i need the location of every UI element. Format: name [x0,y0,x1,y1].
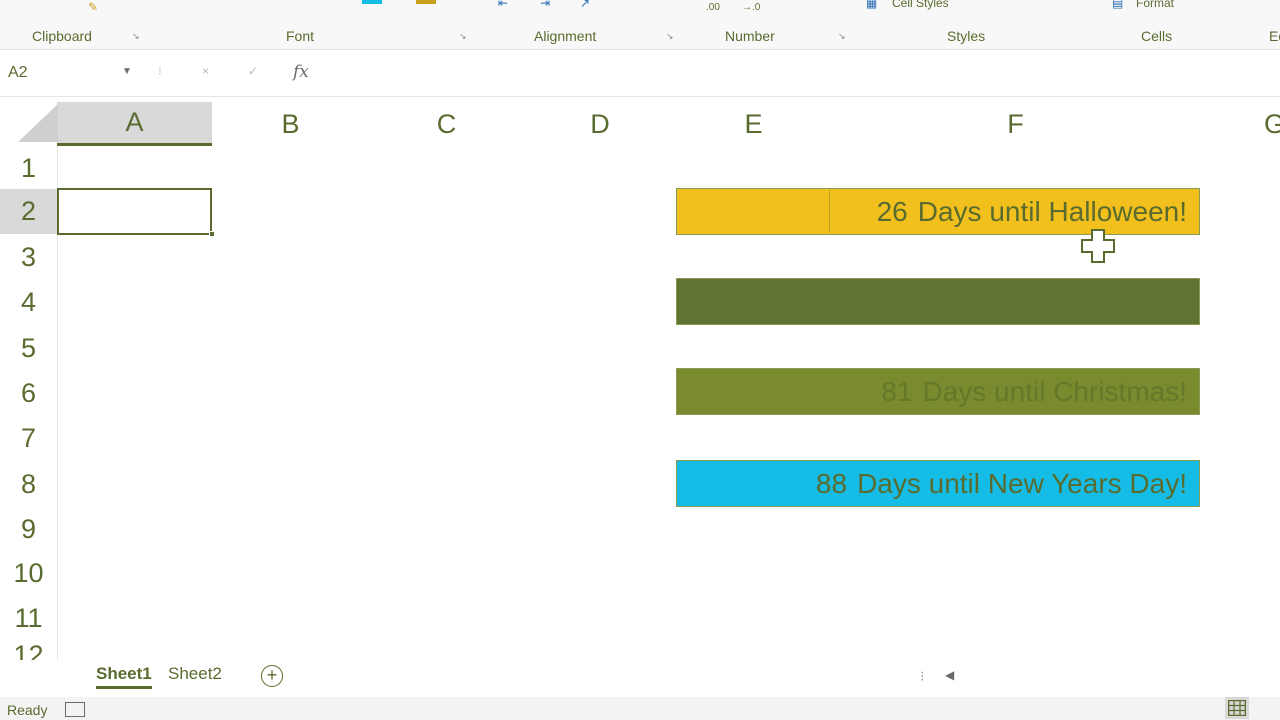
cell-styles-icon[interactable]: ▦ [866,0,877,10]
row-header-1[interactable]: 1 [0,146,57,191]
row-header-5[interactable]: 5 [0,326,57,371]
column-header-c[interactable]: C [369,102,524,146]
row-header-6[interactable]: 6 [0,371,57,416]
fill-color-icon[interactable] [362,0,382,4]
row-header-4[interactable]: 4 [0,280,57,325]
countdown-cell-row4[interactable] [676,278,1200,325]
ribbon: ✎ ⇤ ⇥ ↗ .00 →.0 ▦ Cell Styles ▤ Format C… [0,0,1280,50]
tab-split-handle-icon[interactable]: ⁝ [920,668,924,685]
countdown-number: 81 [881,375,913,407]
column-header-g[interactable]: G [1200,102,1280,146]
tab-sheet1[interactable]: Sheet1 [96,664,152,689]
status-bar: Ready [0,697,1280,720]
increase-decimal-icon[interactable]: →.0 [742,2,760,13]
group-editing-label: Ed [1269,28,1280,44]
column-header-e[interactable]: E [676,102,831,146]
format-icon[interactable]: ▤ [1112,0,1123,10]
row-header-12[interactable]: 12 [0,640,57,660]
normal-view-icon[interactable] [1225,697,1249,719]
formula-bar-separator-icon: ⁝ [158,64,162,78]
insert-function-icon[interactable]: fx [293,62,309,82]
countdown-number: 88 [815,467,848,499]
row-header-9[interactable]: 9 [0,507,57,552]
new-years-countdown-cell[interactable]: 88 Days until New Years Day! [676,460,1200,507]
group-number-label: Number [725,28,775,44]
row-header-2[interactable]: 2 [0,189,57,234]
number-launcher-icon[interactable]: ↘ [838,31,846,42]
font-launcher-icon[interactable]: ↘ [459,31,467,42]
active-cell-a2[interactable] [57,188,212,235]
column-header-d[interactable]: D [524,102,676,146]
column-header-a[interactable]: A [57,102,212,146]
countdown-text: Days until Halloween! [917,195,1187,227]
clipboard-launcher-icon[interactable]: ↘ [132,31,140,42]
name-box[interactable]: A2 [8,64,28,82]
add-sheet-icon[interactable]: + [261,665,283,687]
row-header-3[interactable]: 3 [0,235,57,280]
row-header-8[interactable]: 8 [0,462,57,507]
orientation-icon[interactable]: ↗ [580,0,590,10]
macro-record-icon[interactable] [65,702,85,717]
column-headers: A B C D E F G [0,102,1280,146]
formula-bar: A2 ▼ ⁝ × ✓ fx [0,51,1280,97]
group-clipboard-label: Clipboard [32,28,92,44]
select-all-corner[interactable] [18,104,58,142]
decrease-decimal-icon[interactable]: .00 [706,2,720,13]
group-styles-label: Styles [947,28,986,44]
column-header-b[interactable]: B [212,102,369,146]
group-alignment-label: Alignment [534,28,597,44]
halloween-countdown-cell[interactable]: 26 Days until Halloween! [676,188,1200,235]
christmas-countdown-cell[interactable]: 81 Days until Christmas! [676,368,1200,415]
cursor-cross-icon [1081,229,1115,263]
alignment-launcher-icon[interactable]: ↘ [666,31,674,42]
font-color-icon[interactable] [416,0,436,4]
tab-sheet2[interactable]: Sheet2 [168,664,222,684]
row-header-10[interactable]: 10 [0,551,57,596]
format-label[interactable]: Format [1136,0,1174,10]
cancel-icon[interactable]: × [202,64,209,78]
sheet-tabs-bar: Sheet1 Sheet2 + ⁝ ◀ [0,660,1280,695]
row-header-7[interactable]: 7 [0,416,57,461]
format-painter-icon[interactable]: ✎ [88,0,98,14]
cell-divider [829,190,830,233]
countdown-text: Days until Christmas! [922,375,1187,407]
column-header-f[interactable]: F [831,102,1200,146]
status-ready: Ready [7,702,48,718]
group-cells-label: Cells [1141,28,1173,44]
countdown-number: 26 [876,195,908,227]
fill-handle[interactable] [209,231,215,237]
group-font-label: Font [286,28,315,44]
decrease-indent-icon[interactable]: ⇤ [498,0,508,10]
cell-styles-label[interactable]: Cell Styles [892,0,949,10]
countdown-text: Days until New Years Day! [857,467,1187,499]
scroll-left-icon[interactable]: ◀ [945,668,954,682]
increase-indent-icon[interactable]: ⇥ [540,0,550,10]
enter-icon[interactable]: ✓ [248,64,258,78]
row-header-11[interactable]: 11 [0,596,57,641]
chevron-down-icon[interactable]: ▼ [122,66,132,77]
